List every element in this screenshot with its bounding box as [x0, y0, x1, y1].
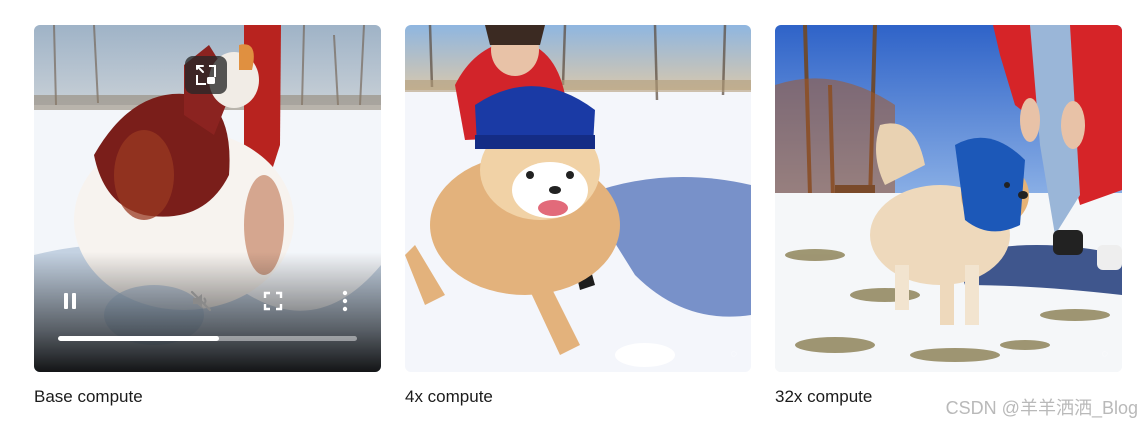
video-tile-32x[interactable]: ◌ 32x compute — [775, 25, 1122, 406]
video-tile-4x[interactable]: ◌ 4x compute — [405, 25, 751, 406]
video-comparison-gallery: Base compute ◌ 4x compute ◌ 32x compute … — [0, 0, 1141, 426]
site-watermark: CSDN @羊羊洒洒_Blog — [945, 398, 1138, 418]
pause-icon — [64, 293, 76, 309]
fullscreen-button[interactable] — [259, 287, 287, 315]
tile-caption-4x: 4x compute — [405, 387, 493, 406]
corner-mark: ◌ — [730, 348, 737, 360]
pause-button[interactable] — [56, 287, 84, 315]
video-tile-base[interactable]: Base compute — [34, 25, 381, 406]
volume-muted-icon — [190, 290, 212, 312]
video-player-base[interactable] — [34, 25, 381, 372]
video-progress-bar[interactable] — [58, 336, 357, 341]
more-vertical-icon — [342, 290, 348, 312]
video-frame-32x — [775, 25, 1122, 372]
tile-caption-base: Base compute — [34, 387, 143, 406]
more-options-button[interactable] — [331, 287, 359, 315]
corner-mark: ◌ — [1101, 348, 1108, 360]
video-frame-4x — [405, 25, 751, 372]
tile-caption-32x: 32x compute — [775, 387, 873, 406]
video-player-32x[interactable]: ◌ — [775, 25, 1122, 372]
video-progress-fill — [58, 336, 220, 341]
picture-in-picture-button[interactable] — [185, 56, 227, 94]
mute-button[interactable] — [187, 287, 215, 315]
video-player-4x[interactable]: ◌ — [405, 25, 751, 372]
fullscreen-icon — [263, 291, 283, 311]
picture-in-picture-icon — [196, 65, 216, 85]
